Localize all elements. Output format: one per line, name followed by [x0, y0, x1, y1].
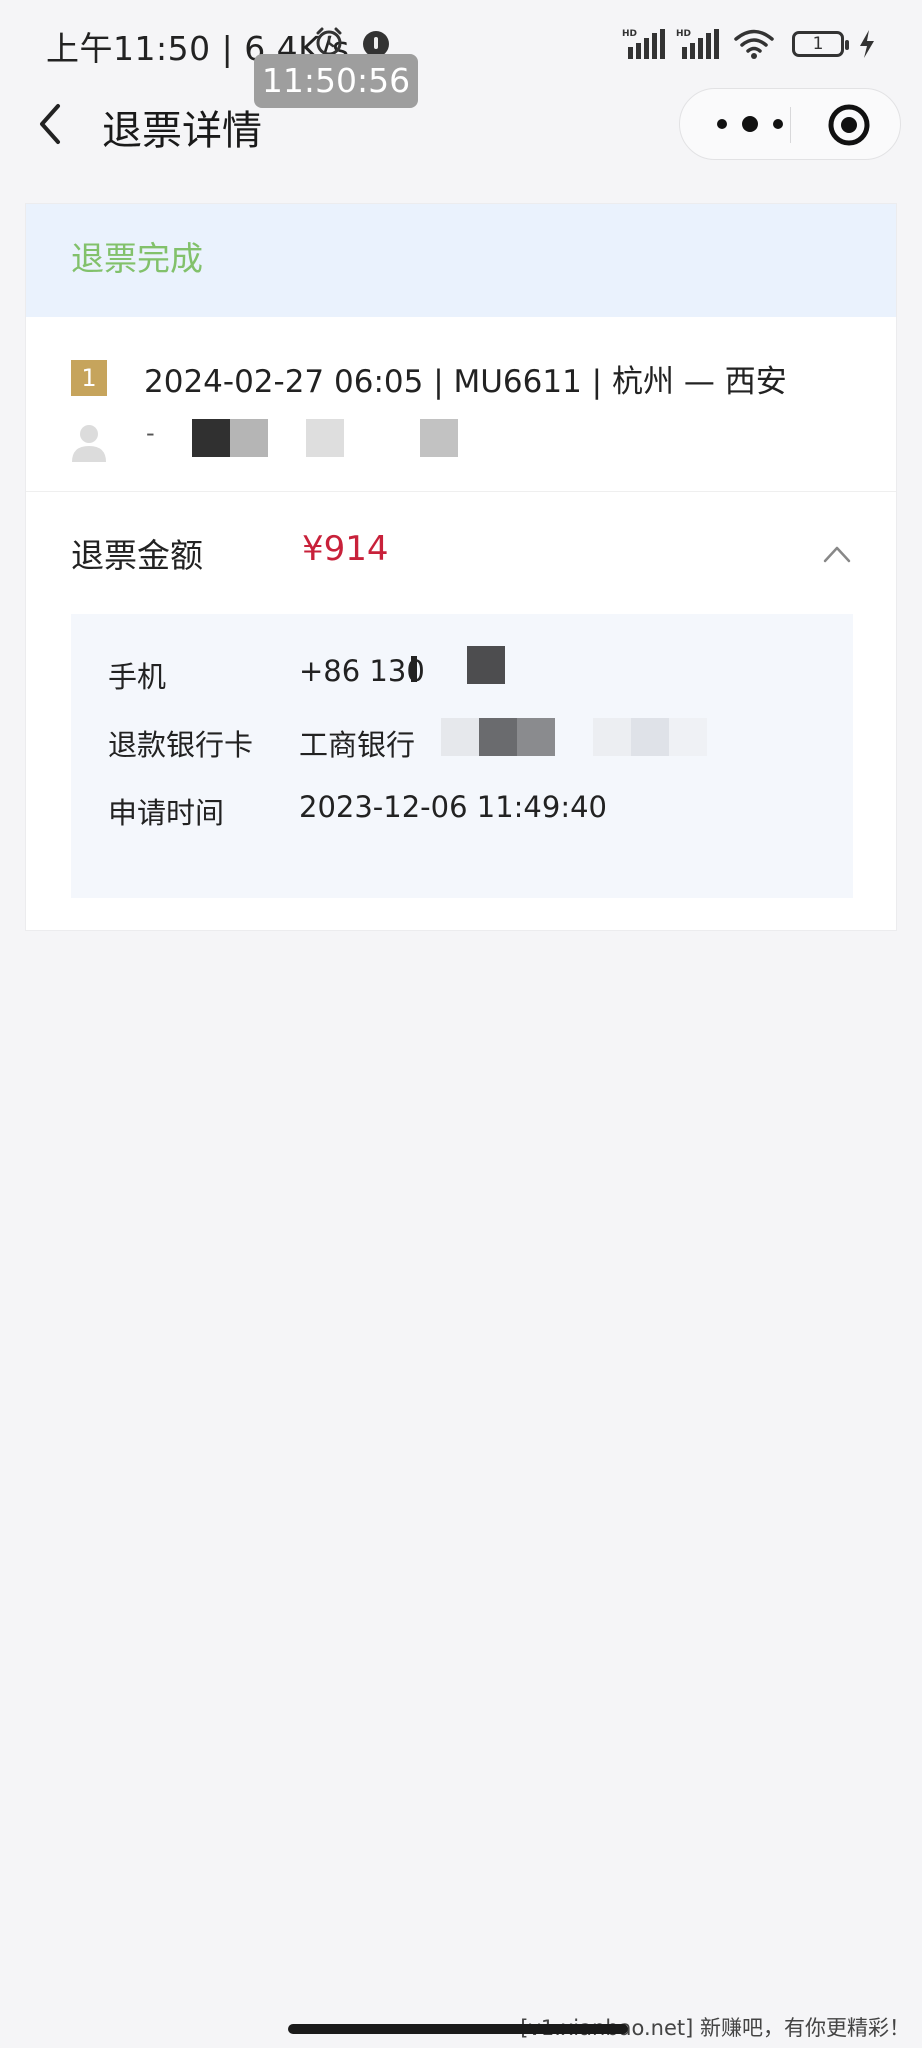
detail-value-phone: +86 130 — [299, 654, 425, 688]
redacted-bank-card — [441, 718, 741, 758]
wifi-icon — [734, 29, 774, 59]
home-indicator[interactable] — [288, 2024, 628, 2034]
chevron-left-icon[interactable] — [30, 100, 70, 148]
detail-value-apply-time: 2023-12-06 11:49:40 — [299, 790, 607, 824]
capsule-divider — [790, 107, 791, 143]
section-divider — [26, 491, 896, 492]
detail-label-phone: 手机 — [108, 660, 167, 694]
battery-icon: 1 — [792, 31, 849, 57]
more-dots-icon[interactable] — [710, 104, 790, 144]
redacted-passenger-name — [192, 419, 492, 461]
passenger-name-prefix: - — [146, 419, 155, 447]
svg-text:HD: HD — [676, 29, 691, 39]
detail-value-bank-card: 工商银行 — [299, 728, 416, 762]
refund-status-banner: 退票完成 — [26, 204, 896, 317]
signal-hd-icon: HD — [622, 29, 665, 59]
page-title: 退票详情 — [102, 108, 262, 154]
status-bar: 上午11:50 | 6.4K/s 11:50:56 HD HD 1 — [0, 0, 922, 108]
target-close-icon[interactable] — [827, 103, 871, 147]
person-icon — [72, 425, 106, 462]
charging-icon — [860, 30, 874, 58]
alarm-icon — [316, 27, 342, 56]
navigation-bar: 退票详情 — [0, 88, 922, 160]
detail-label-apply-time: 申请时间 — [108, 796, 225, 830]
refund-status-text: 退票完成 — [71, 239, 203, 278]
refund-amount-value: ¥914 — [302, 529, 389, 569]
signal-hd-icon: HD — [676, 29, 719, 59]
flight-index-badge: 1 — [71, 360, 107, 396]
svg-text:HD: HD — [622, 29, 637, 39]
miniprogram-capsule — [679, 88, 901, 160]
redacted-phone — [411, 646, 511, 686]
refund-amount-label: 退票金额 — [71, 536, 203, 575]
refund-detail-panel: 手机 +86 130 退款银行卡 工商银行 申请时间 2023-12-06 11… — [71, 614, 853, 898]
detail-label-bank-card: 退款银行卡 — [108, 728, 254, 762]
flight-info: 2024-02-27 06:05 | MU6611 | 杭州 — 西安 — [144, 364, 787, 400]
chevron-up-icon[interactable] — [822, 544, 852, 564]
refund-detail-card: 退票完成 1 2024-02-27 06:05 | MU6611 | 杭州 — … — [25, 203, 897, 931]
status-indicators: HD HD 1 — [622, 26, 876, 62]
